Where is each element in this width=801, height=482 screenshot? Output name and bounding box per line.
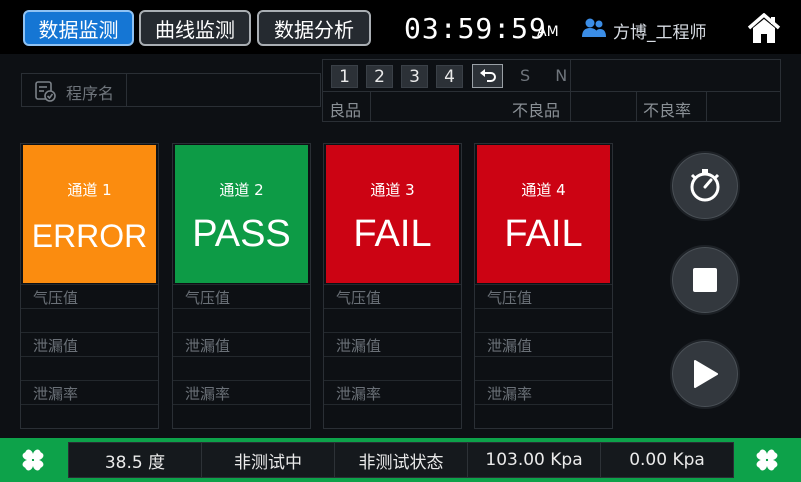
leak-label: 泄漏值: [336, 337, 382, 355]
pressure-1-readout: 103.00 Kpa: [468, 443, 601, 477]
undo-icon: [479, 69, 496, 82]
channel-select-1-button[interactable]: 1: [331, 65, 358, 88]
channel-status: FAIL: [353, 213, 432, 255]
program-name-field[interactable]: 程序名: [21, 73, 321, 107]
play-icon: [694, 360, 718, 388]
channel-card-4[interactable]: 通道 4 FAIL 气压值 泄漏值 泄漏率: [474, 143, 613, 429]
gauge-button[interactable]: [670, 151, 740, 221]
leak-rate-value-row: [475, 404, 612, 428]
start-button[interactable]: [670, 339, 740, 409]
channel-select-4-button[interactable]: 4: [436, 65, 463, 88]
bad-rate-label: 不良率: [643, 101, 692, 120]
program-name-label: 程序名: [66, 84, 115, 103]
channel-title: 通道 3: [370, 181, 415, 199]
status-bar: 38.5 度 非测试中 非测试状态 103.00 Kpa 0.00 Kpa: [68, 442, 734, 478]
leak-rate-label: 泄漏率: [487, 385, 533, 403]
leak-rate-value-row: [324, 404, 461, 428]
clover-icon: [756, 449, 778, 471]
pressure-label: 气压值: [33, 289, 79, 307]
pressure-label: 气压值: [185, 289, 231, 307]
pressure-label: 气压值: [336, 289, 382, 307]
channel-status: ERROR: [31, 218, 148, 254]
channel-title: 通道 4: [521, 181, 566, 199]
leak-rate-value-row: [173, 404, 310, 428]
leak-rate-label: 泄漏率: [33, 385, 79, 403]
leak-row: 泄漏值: [324, 332, 461, 356]
stats-divider: [706, 91, 707, 121]
channel-title: 通道 1: [67, 181, 112, 199]
pressure-value-row: [21, 308, 158, 332]
pressure-label: 气压值: [487, 289, 533, 307]
channel-status-panel: 通道 3 FAIL: [326, 145, 459, 283]
program-name-divider: [126, 74, 127, 106]
stop-icon: [693, 268, 717, 292]
leak-label: 泄漏值: [33, 337, 79, 355]
leak-label: 泄漏值: [185, 337, 231, 355]
tab-curve-monitor[interactable]: 曲线监测: [139, 10, 251, 46]
good-count-label: 良品: [329, 101, 362, 120]
temperature-readout: 38.5 度: [69, 443, 202, 477]
leak-value-row: [475, 356, 612, 380]
channel-card-3[interactable]: 通道 3 FAIL 气压值 泄漏值 泄漏率: [323, 143, 462, 429]
test-status-readout: 非测试状态: [335, 443, 468, 477]
leak-value-row: [324, 356, 461, 380]
top-bar: 数据监测 曲线监测 数据分析 03:59:59 AM 方博_工程师: [0, 0, 801, 54]
channel-title: 通道 2: [219, 181, 264, 199]
channel-status-panel: 通道 2 PASS: [175, 145, 308, 283]
channel-select-3-button[interactable]: 3: [401, 65, 428, 88]
pressure-row: 气压值: [324, 284, 461, 308]
pressure-row: 气压值: [173, 284, 310, 308]
undo-button[interactable]: [472, 64, 503, 88]
clover-icon: [22, 449, 44, 471]
stats-panel: 1 2 3 4 S N 良品 不良品 不良率: [322, 59, 781, 122]
home-icon[interactable]: [747, 13, 781, 45]
stats-divider: [636, 91, 637, 121]
program-checklist-icon: [35, 81, 56, 102]
user-name: 方博_工程师: [613, 23, 707, 43]
leak-value-row: [21, 356, 158, 380]
leak-label: 泄漏值: [487, 337, 533, 355]
channel-card-2[interactable]: 通道 2 PASS 气压值 泄漏值 泄漏率: [172, 143, 311, 429]
leak-rate-label: 泄漏率: [185, 385, 231, 403]
leak-rate-row: 泄漏率: [173, 380, 310, 404]
channel-select-2-button[interactable]: 2: [366, 65, 393, 88]
pressure-row: 气压值: [21, 284, 158, 308]
channel-card-1[interactable]: 通道 1 ERROR 气压值 泄漏值 泄漏率: [20, 143, 159, 429]
channel-status: FAIL: [504, 213, 583, 255]
gauge-icon: [690, 169, 720, 202]
leak-value-row: [173, 356, 310, 380]
leak-row: 泄漏值: [173, 332, 310, 356]
tab-data-monitor[interactable]: 数据监测: [23, 10, 134, 46]
channel-status-panel: 通道 1 ERROR: [23, 145, 156, 283]
stats-divider: [370, 91, 371, 121]
bad-count-label: 不良品: [512, 101, 561, 120]
leak-rate-row: 泄漏率: [475, 380, 612, 404]
tab-data-analysis[interactable]: 数据分析: [257, 10, 371, 46]
leak-row: 泄漏值: [475, 332, 612, 356]
serial-number-label: S N: [520, 66, 578, 85]
pressure-value-row: [475, 308, 612, 332]
leak-row: 泄漏值: [21, 332, 158, 356]
channel-status: PASS: [192, 213, 291, 255]
test-state-readout: 非测试中: [202, 443, 335, 477]
leak-rate-row: 泄漏率: [324, 380, 461, 404]
user-group-icon: [582, 18, 606, 37]
clock-ampm: AM: [537, 24, 559, 40]
stop-button[interactable]: [670, 245, 740, 315]
leak-rate-label: 泄漏率: [336, 385, 382, 403]
pressure-row: 气压值: [475, 284, 612, 308]
status-footer: 38.5 度 非测试中 非测试状态 103.00 Kpa 0.00 Kpa: [0, 438, 801, 482]
channel-status-panel: 通道 4 FAIL: [477, 145, 610, 283]
pressure-value-row: [324, 308, 461, 332]
clock-time: 03:59:59: [404, 12, 547, 45]
pressure-2-readout: 0.00 Kpa: [629, 450, 705, 470]
leak-rate-value-row: [21, 404, 158, 428]
stats-divider: [323, 91, 780, 92]
pressure-value-row: [173, 308, 310, 332]
leak-rate-row: 泄漏率: [21, 380, 158, 404]
